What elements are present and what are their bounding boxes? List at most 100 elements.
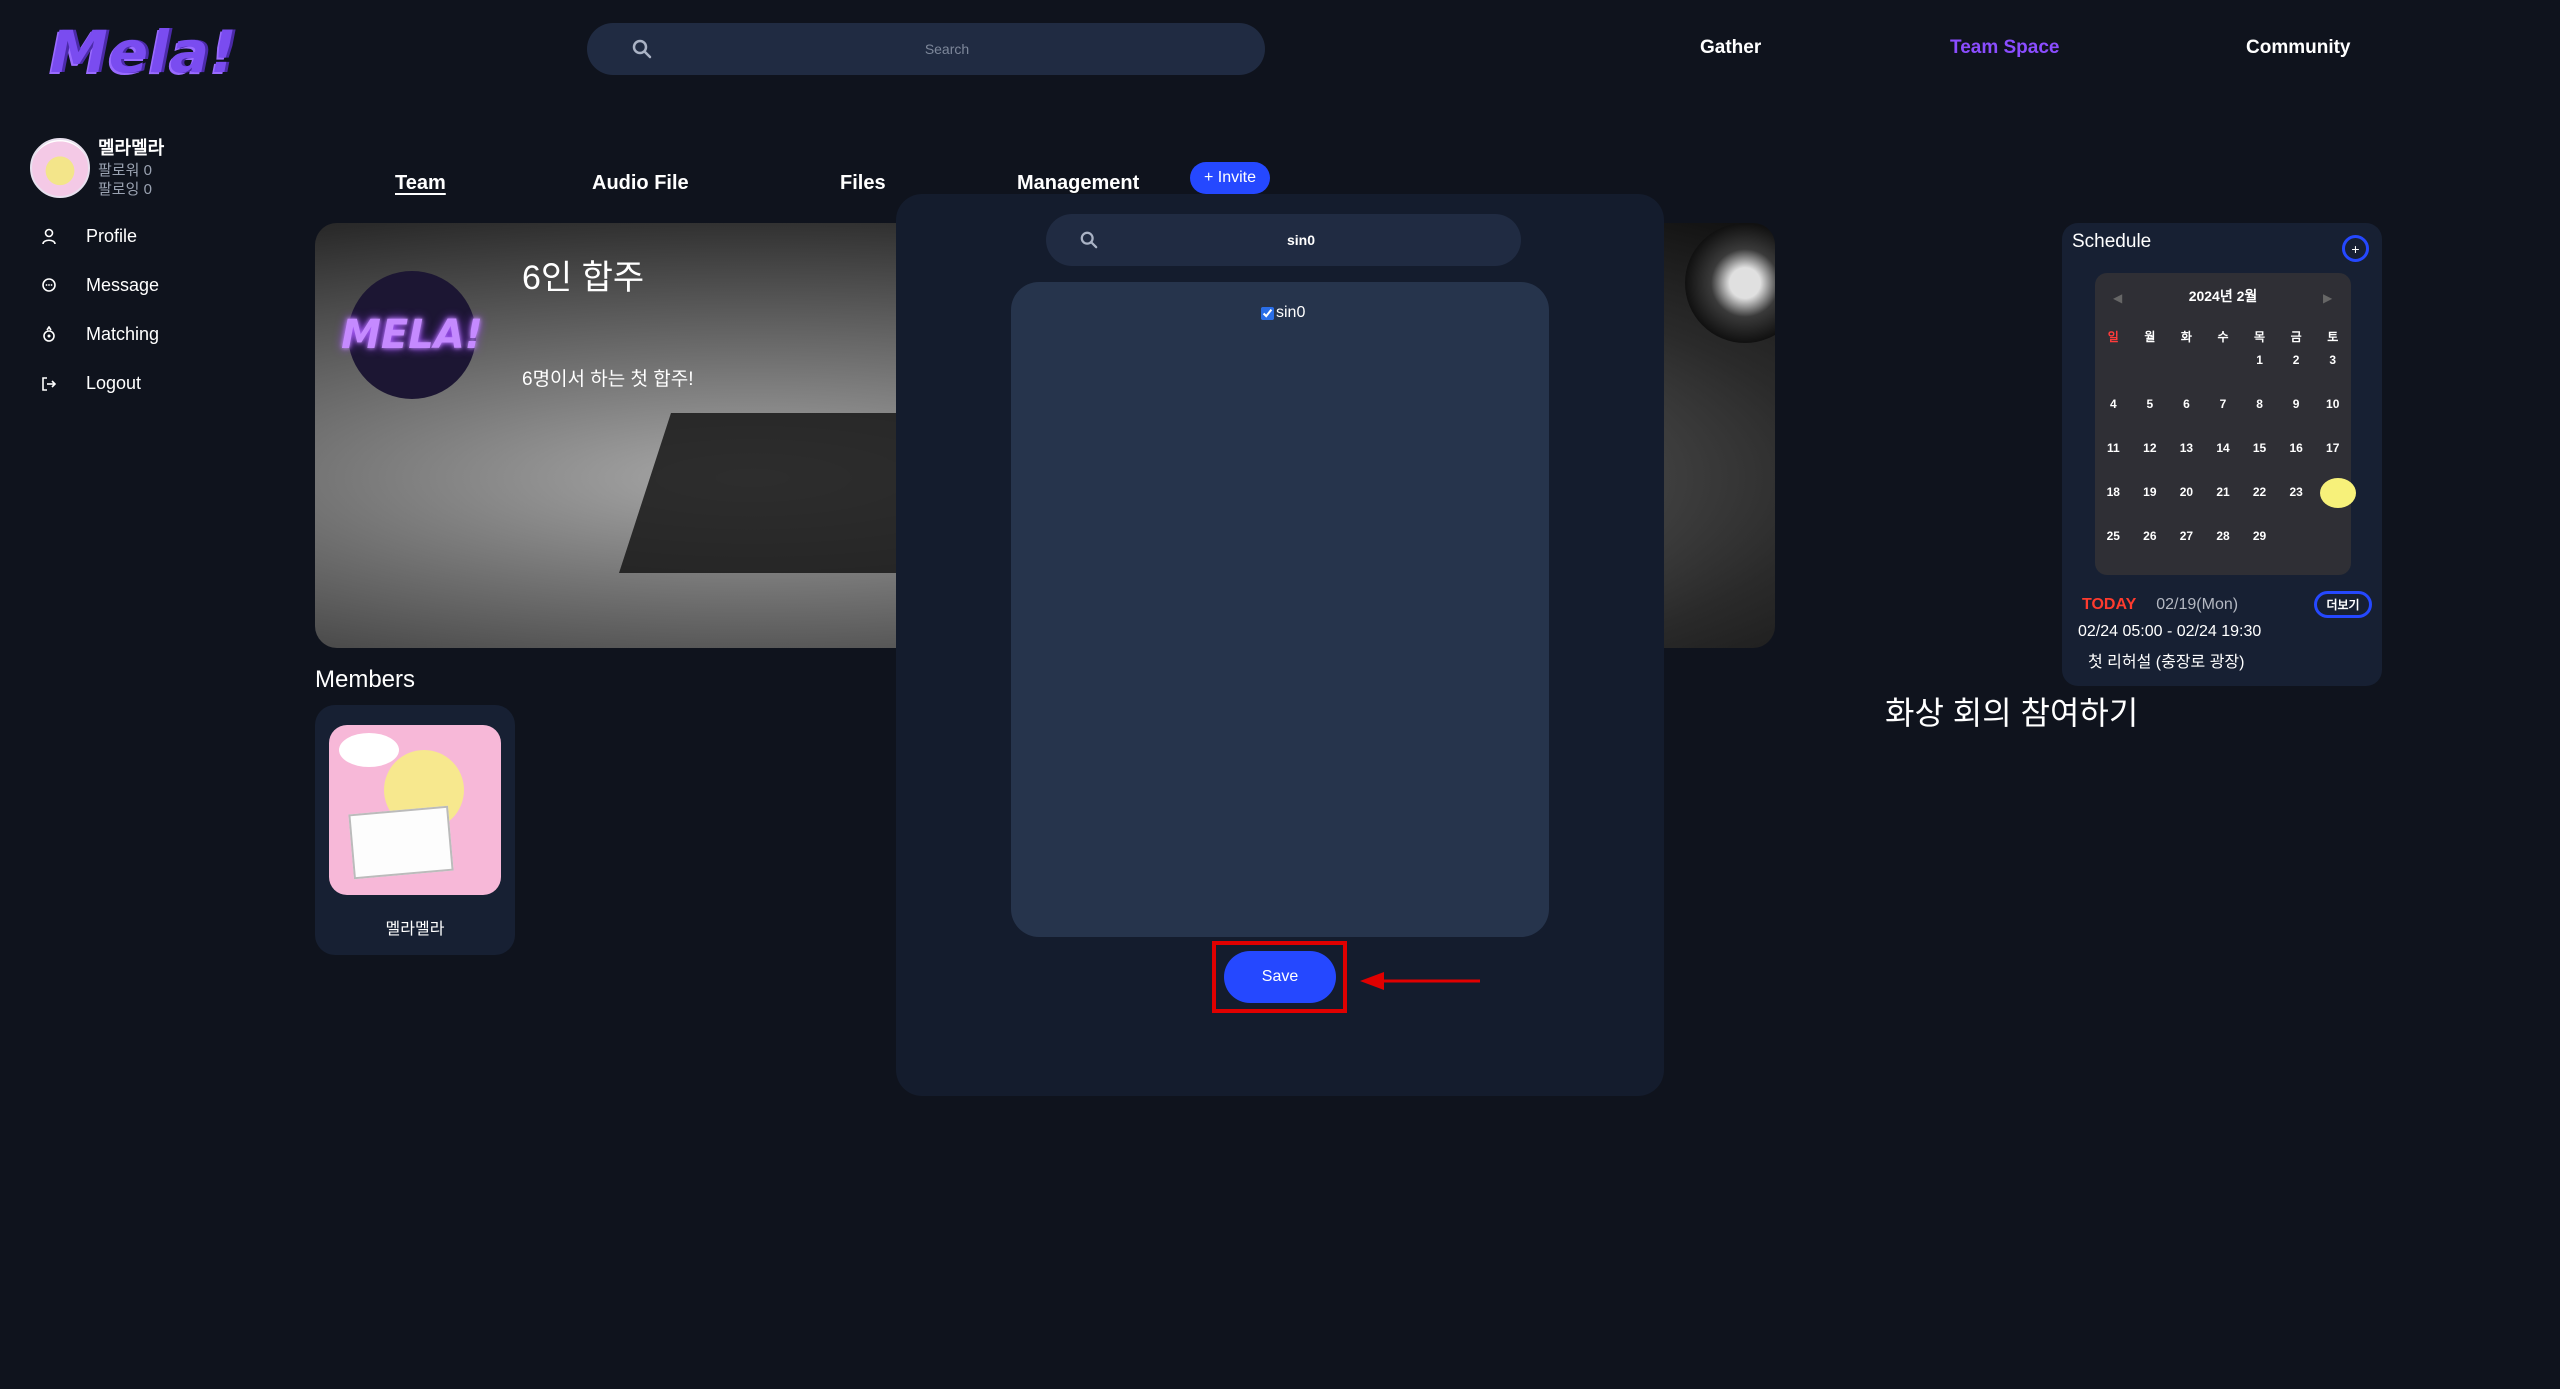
- calendar-day[interactable]: 1: [2241, 351, 2278, 395]
- team-logo: MELA!: [341, 271, 483, 399]
- add-schedule-button[interactable]: +: [2342, 235, 2369, 262]
- members-heading: Members: [315, 666, 416, 693]
- event-title: 첫 리허설 (충장로 광장): [2088, 654, 2245, 671]
- calendar-day[interactable]: 29: [2241, 527, 2278, 571]
- calendar-day[interactable]: 15: [2241, 439, 2278, 483]
- global-search-input[interactable]: [667, 23, 1227, 75]
- annotation-arrow-icon: [1360, 972, 1480, 990]
- calendar-day[interactable]: 28: [2205, 527, 2242, 571]
- weekday-label: 일: [2107, 330, 2119, 344]
- calendar-empty-cell: [2168, 351, 2205, 395]
- sidebar-item-label: Message: [86, 275, 160, 295]
- tab-team[interactable]: Team: [395, 172, 446, 195]
- app-logo[interactable]: Mela!: [50, 18, 238, 86]
- avatar-id-card: [348, 805, 454, 880]
- video-meeting-link[interactable]: 화상 회의 참여하기: [1885, 688, 2138, 734]
- modal-search-input[interactable]: [1106, 214, 1496, 266]
- sidebar-item-label: Matching: [86, 324, 160, 344]
- next-month-icon[interactable]: ▶: [2323, 291, 2332, 305]
- avatar[interactable]: [30, 138, 90, 198]
- search-icon: [632, 39, 652, 64]
- banner-spotlight: [1685, 223, 1775, 343]
- calendar-day[interactable]: 5: [2132, 395, 2169, 439]
- weekday-label: 화: [2180, 330, 2192, 344]
- search-results: sin0: [1011, 282, 1549, 937]
- calendar-day[interactable]: 7: [2205, 395, 2242, 439]
- today-date: 02/19(Mon): [2156, 595, 2239, 613]
- invite-button[interactable]: + Invite: [1190, 162, 1270, 194]
- calendar-days: 1 2 3 4 5 6 7 8 9 10 11 12 13 14 15 16 17 18 19 20 21 22 23 24 2…: [2095, 351, 2356, 571]
- sidebar-item-message[interactable]: Message: [40, 275, 159, 296]
- calendar-day[interactable]: 22: [2241, 483, 2278, 527]
- avatar-speech-bubble: [339, 733, 399, 767]
- calendar-day[interactable]: 27: [2168, 527, 2205, 571]
- member-card[interactable]: 멜라멜라: [315, 705, 515, 955]
- calendar-day[interactable]: 11: [2095, 439, 2132, 483]
- sidebar-item-matching[interactable]: Matching: [40, 324, 159, 345]
- weekday-label: 수: [2217, 330, 2229, 344]
- calendar-day[interactable]: 23: [2278, 483, 2315, 527]
- calendar-day[interactable]: 17: [2314, 439, 2351, 483]
- calendar-day[interactable]: 18: [2095, 483, 2132, 527]
- calendar-day[interactable]: 16: [2278, 439, 2315, 483]
- sidebar-item-label: Logout: [86, 373, 142, 393]
- calendar-day[interactable]: 24: [2314, 478, 2356, 527]
- sidebar-item-logout[interactable]: Logout: [40, 373, 141, 394]
- schedule-title: Schedule: [2072, 231, 2152, 252]
- calendar-day[interactable]: 26: [2132, 527, 2169, 571]
- calendar-day[interactable]: 25: [2095, 527, 2132, 571]
- tab-files[interactable]: Files: [840, 172, 886, 195]
- calendar-empty-cell: [2095, 351, 2132, 395]
- member-avatar: [329, 725, 501, 895]
- calendar-day[interactable]: 13: [2168, 439, 2205, 483]
- today-label: TODAY: [2082, 595, 2137, 613]
- calendar-day[interactable]: 6: [2168, 395, 2205, 439]
- calendar-day[interactable]: 12: [2132, 439, 2169, 483]
- member-name: 멜라멜라: [385, 921, 445, 938]
- calendar-day[interactable]: 2: [2278, 351, 2315, 395]
- weekday-label: 목: [2254, 330, 2266, 344]
- calendar-month: 2024년 2월: [2188, 288, 2258, 304]
- user-icon: [42, 228, 56, 244]
- weekday-label: 토: [2327, 330, 2339, 344]
- result-item[interactable]: sin0: [1261, 304, 1305, 322]
- event-time: 02/24 05:00 - 02/24 19:30: [2078, 623, 2262, 640]
- sidebar-item-label: Profile: [86, 226, 138, 246]
- team-description: 6명이서 하는 첫 합주!: [522, 369, 694, 390]
- matching-icon: [43, 325, 55, 342]
- user-name: 멜라멜라: [98, 138, 165, 158]
- calendar: ◀ 2024년 2월 ▶ 일월화수목금토 1 2 3 4 5 6 7 8 9 10 11 12 13 14…: [2095, 273, 2356, 575]
- calendar-empty-cell: [2205, 351, 2242, 395]
- following-count: 팔로잉 0: [98, 181, 152, 198]
- calendar-day[interactable]: 10: [2314, 395, 2351, 439]
- today-row: TODAY 02/19(Mon) 더보기: [2082, 591, 2372, 618]
- logout-icon: [42, 376, 57, 391]
- calendar-day[interactable]: 21: [2205, 483, 2242, 527]
- weekday-label: 금: [2290, 330, 2302, 344]
- nav-community[interactable]: Community: [2246, 37, 2351, 59]
- more-button[interactable]: 더보기: [2314, 591, 2372, 618]
- modal-search-bar[interactable]: [1046, 214, 1521, 266]
- global-search-bar[interactable]: [587, 23, 1265, 75]
- calendar-day[interactable]: 8: [2241, 395, 2278, 439]
- calendar-day[interactable]: 3: [2314, 351, 2351, 395]
- calendar-day[interactable]: 4: [2095, 395, 2132, 439]
- search-icon: [1080, 231, 1098, 254]
- tab-management[interactable]: Management: [1017, 172, 1139, 195]
- save-button[interactable]: Save: [1224, 951, 1336, 1003]
- message-icon: [42, 277, 56, 292]
- team-title: 6인 합주: [522, 259, 645, 297]
- calendar-weekdays: 일월화수목금토: [2095, 328, 2351, 345]
- result-checkbox[interactable]: [1261, 306, 1274, 320]
- calendar-day[interactable]: 14: [2205, 439, 2242, 483]
- tab-audio-file[interactable]: Audio File: [592, 172, 689, 195]
- calendar-day[interactable]: 9: [2278, 395, 2315, 439]
- calendar-day[interactable]: 19: [2132, 483, 2169, 527]
- sidebar-item-profile[interactable]: Profile: [40, 226, 137, 247]
- follower-count: 팔로워 0: [98, 162, 152, 179]
- calendar-empty-cell: [2132, 351, 2169, 395]
- calendar-day[interactable]: 20: [2168, 483, 2205, 527]
- schedule-panel: Schedule + ◀ 2024년 2월 ▶ 일월화수목금토 12345678…: [2062, 223, 2382, 686]
- nav-team-space[interactable]: Team Space: [1950, 37, 2059, 59]
- nav-gather[interactable]: Gather: [1700, 37, 1761, 59]
